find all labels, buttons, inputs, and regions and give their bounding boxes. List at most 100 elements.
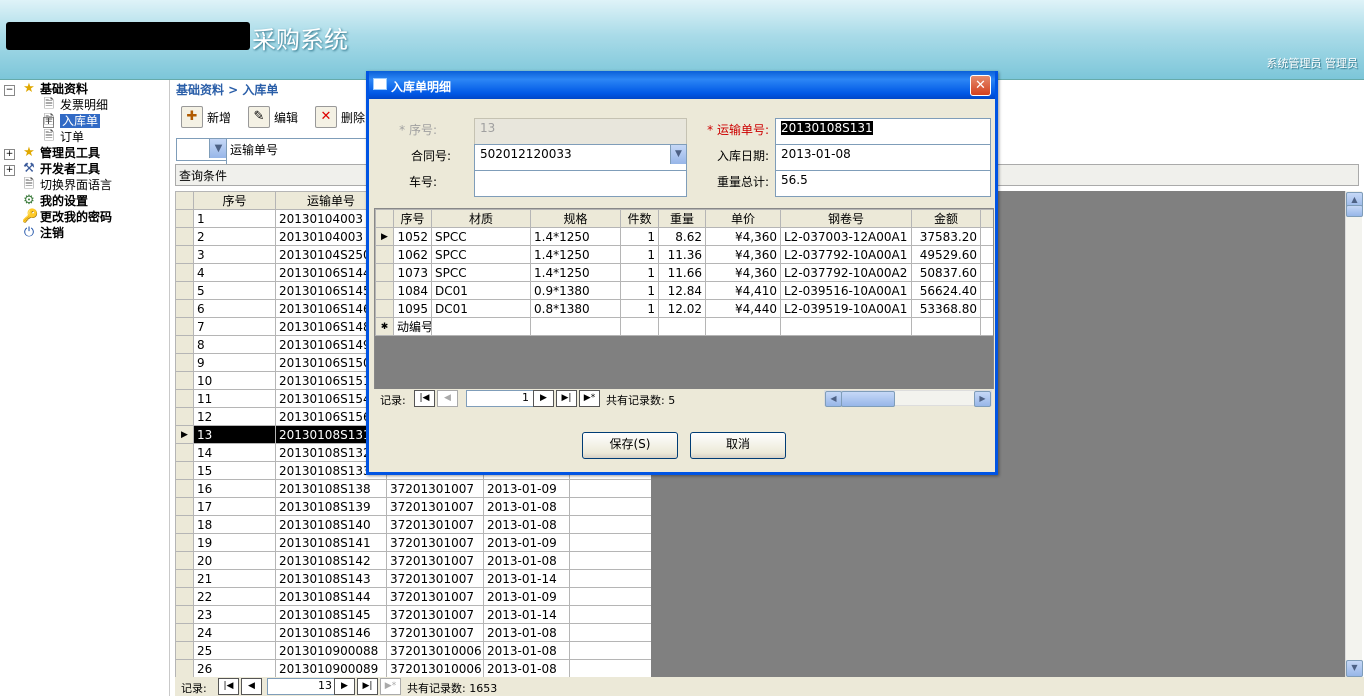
table-cell[interactable]: ¥4,410 bbox=[705, 281, 781, 300]
table-cell[interactable]: 11.66 bbox=[658, 263, 706, 282]
tree-item[interactable]: 入库单 bbox=[60, 114, 101, 130]
table-cell[interactable] bbox=[911, 317, 981, 336]
table-cell[interactable]: 1 bbox=[620, 263, 659, 282]
table-cell[interactable] bbox=[980, 317, 993, 336]
tree-expander-icon[interactable]: + bbox=[4, 165, 15, 176]
table-row[interactable]: 22 20130108S144 37201301007 2013-01-09 bbox=[175, 587, 651, 606]
row-selector[interactable] bbox=[175, 227, 194, 246]
table-cell[interactable] bbox=[569, 533, 651, 552]
row-selector[interactable] bbox=[375, 263, 394, 282]
first-record-icon[interactable]: |◀ bbox=[218, 678, 239, 695]
table-cell[interactable]: 37201301007 bbox=[386, 497, 484, 516]
table-cell[interactable]: 1 bbox=[620, 299, 659, 318]
tree-item[interactable]: 注销 bbox=[40, 226, 64, 242]
add-button[interactable]: ✚ 新增 bbox=[181, 105, 231, 129]
table-cell[interactable]: DC01 bbox=[431, 281, 531, 300]
table-cell[interactable] bbox=[780, 317, 912, 336]
table-cell[interactable] bbox=[569, 587, 651, 606]
table-cell[interactable]: 24 bbox=[193, 623, 276, 642]
table-cell[interactable]: L2-039519-10A00A1 bbox=[780, 299, 912, 318]
table-cell[interactable]: 37201301007 bbox=[386, 623, 484, 642]
row-selector[interactable] bbox=[175, 659, 194, 677]
new-row-cell[interactable]: 动编号 bbox=[393, 317, 432, 336]
table-cell[interactable] bbox=[431, 317, 531, 336]
table-row[interactable]: 21 20130108S143 37201301007 2013-01-14 bbox=[175, 569, 651, 588]
table-cell[interactable]: 26 bbox=[193, 659, 276, 677]
table-cell[interactable]: 37201301007 bbox=[386, 587, 484, 606]
table-cell[interactable] bbox=[569, 623, 651, 642]
table-cell[interactable]: 372013010006 bbox=[386, 659, 484, 677]
table-cell[interactable]: 1073 bbox=[393, 263, 432, 282]
table-cell[interactable]: 1 bbox=[620, 245, 659, 264]
table-cell[interactable] bbox=[569, 641, 651, 660]
table-cell[interactable]: 10 bbox=[193, 371, 276, 390]
table-cell[interactable]: 50837.60 bbox=[911, 263, 981, 282]
table-cell[interactable]: 12.84 bbox=[658, 281, 706, 300]
table-cell[interactable]: 1.4*1250 bbox=[530, 227, 621, 246]
row-selector[interactable] bbox=[175, 353, 194, 372]
tree-item[interactable]: 管理员工具 bbox=[40, 146, 100, 162]
table-cell[interactable]: 1.4*1250 bbox=[530, 245, 621, 264]
row-selector[interactable] bbox=[175, 461, 194, 480]
hscroll-thumb[interactable] bbox=[841, 391, 895, 407]
chevron-down-icon[interactable]: ▼ bbox=[670, 145, 686, 164]
table-cell[interactable]: 9 bbox=[193, 353, 276, 372]
table-cell[interactable]: 2013-01-08 bbox=[483, 497, 570, 516]
table-cell[interactable]: 12.02 bbox=[658, 299, 706, 318]
row-selector[interactable] bbox=[175, 299, 194, 318]
table-cell[interactable]: 17 bbox=[193, 497, 276, 516]
table-cell[interactable]: 0.9*1380 bbox=[530, 281, 621, 300]
vertical-scrollbar[interactable]: ▲ ▼ bbox=[1345, 191, 1363, 677]
table-row[interactable]: ▶ 1052 SPCC 1.4*1250 1 8.62 ¥4,360 L2-037003-12… bbox=[375, 227, 993, 246]
table-cell[interactable]: 1.4*1250 bbox=[530, 263, 621, 282]
table-cell[interactable]: L2-037792-10A00A2 bbox=[780, 263, 912, 282]
prev-record-icon[interactable]: ◀ bbox=[241, 678, 262, 695]
table-cell[interactable]: 18 bbox=[193, 515, 276, 534]
next-record-icon[interactable]: ▶ bbox=[533, 390, 554, 407]
table-cell[interactable]: 20130108S146 bbox=[275, 623, 387, 642]
table-cell[interactable]: 20130108S138 bbox=[275, 479, 387, 498]
table-cell[interactable]: ¥4,360 bbox=[705, 263, 781, 282]
row-selector[interactable] bbox=[175, 317, 194, 336]
row-selector[interactable] bbox=[175, 335, 194, 354]
table-cell[interactable]: 20130108S144 bbox=[275, 587, 387, 606]
next-record-icon[interactable]: ▶ bbox=[334, 678, 355, 695]
table-cell[interactable]: 37583.20 bbox=[911, 227, 981, 246]
row-selector[interactable] bbox=[175, 443, 194, 462]
table-cell[interactable]: 37201301007 bbox=[386, 515, 484, 534]
table-row[interactable]: 25 2013010900088 372013010006 2013-01-08 bbox=[175, 641, 651, 660]
row-selector[interactable] bbox=[375, 281, 394, 300]
transport-no-field[interactable]: 20130108S131 bbox=[775, 118, 991, 145]
row-selector[interactable] bbox=[175, 515, 194, 534]
table-cell[interactable]: 37201301007 bbox=[386, 533, 484, 552]
table-cell[interactable]: L2-037003-12A00A1 bbox=[780, 227, 912, 246]
table-cell[interactable]: 2013-01-08 bbox=[483, 623, 570, 642]
row-selector[interactable] bbox=[375, 245, 394, 264]
row-selector[interactable] bbox=[175, 569, 194, 588]
table-cell[interactable]: SPCC bbox=[431, 227, 531, 246]
row-selector[interactable] bbox=[175, 371, 194, 390]
table-cell[interactable]: 2013-01-14 bbox=[483, 605, 570, 624]
table-cell[interactable]: 20130108S140 bbox=[275, 515, 387, 534]
table-row[interactable]: 20 20130108S142 37201301007 2013-01-08 bbox=[175, 551, 651, 570]
table-cell[interactable]: 20 bbox=[193, 551, 276, 570]
save-button[interactable]: 保存(S) bbox=[582, 432, 678, 459]
table-row[interactable]: 17 20130108S139 37201301007 2013-01-08 bbox=[175, 497, 651, 516]
table-cell[interactable]: 49529.60 bbox=[911, 245, 981, 264]
tree-item[interactable]: 基础资料 bbox=[40, 82, 88, 98]
column-header[interactable]: 序号 bbox=[193, 191, 276, 210]
table-cell[interactable]: 25 bbox=[193, 641, 276, 660]
cancel-button[interactable]: 取消 bbox=[690, 432, 786, 459]
table-cell[interactable]: 372013010006 bbox=[386, 641, 484, 660]
table-cell[interactable]: 37201301007 bbox=[386, 551, 484, 570]
dialog-titlebar[interactable]: 入库单明细 ✕ bbox=[369, 71, 995, 99]
detail-record-position[interactable]: 1 bbox=[466, 390, 534, 407]
tree-item[interactable]: 订单 bbox=[60, 130, 84, 146]
record-position-field[interactable]: 13 bbox=[267, 678, 337, 695]
tree-item[interactable]: 我的设置 bbox=[40, 194, 88, 210]
table-cell[interactable]: 56624.40 bbox=[911, 281, 981, 300]
table-cell[interactable]: 5 bbox=[193, 281, 276, 300]
table-cell[interactable]: 8 bbox=[193, 335, 276, 354]
scroll-right-icon[interactable]: ▶ bbox=[974, 391, 991, 407]
row-selector[interactable]: ▶ bbox=[175, 425, 194, 444]
